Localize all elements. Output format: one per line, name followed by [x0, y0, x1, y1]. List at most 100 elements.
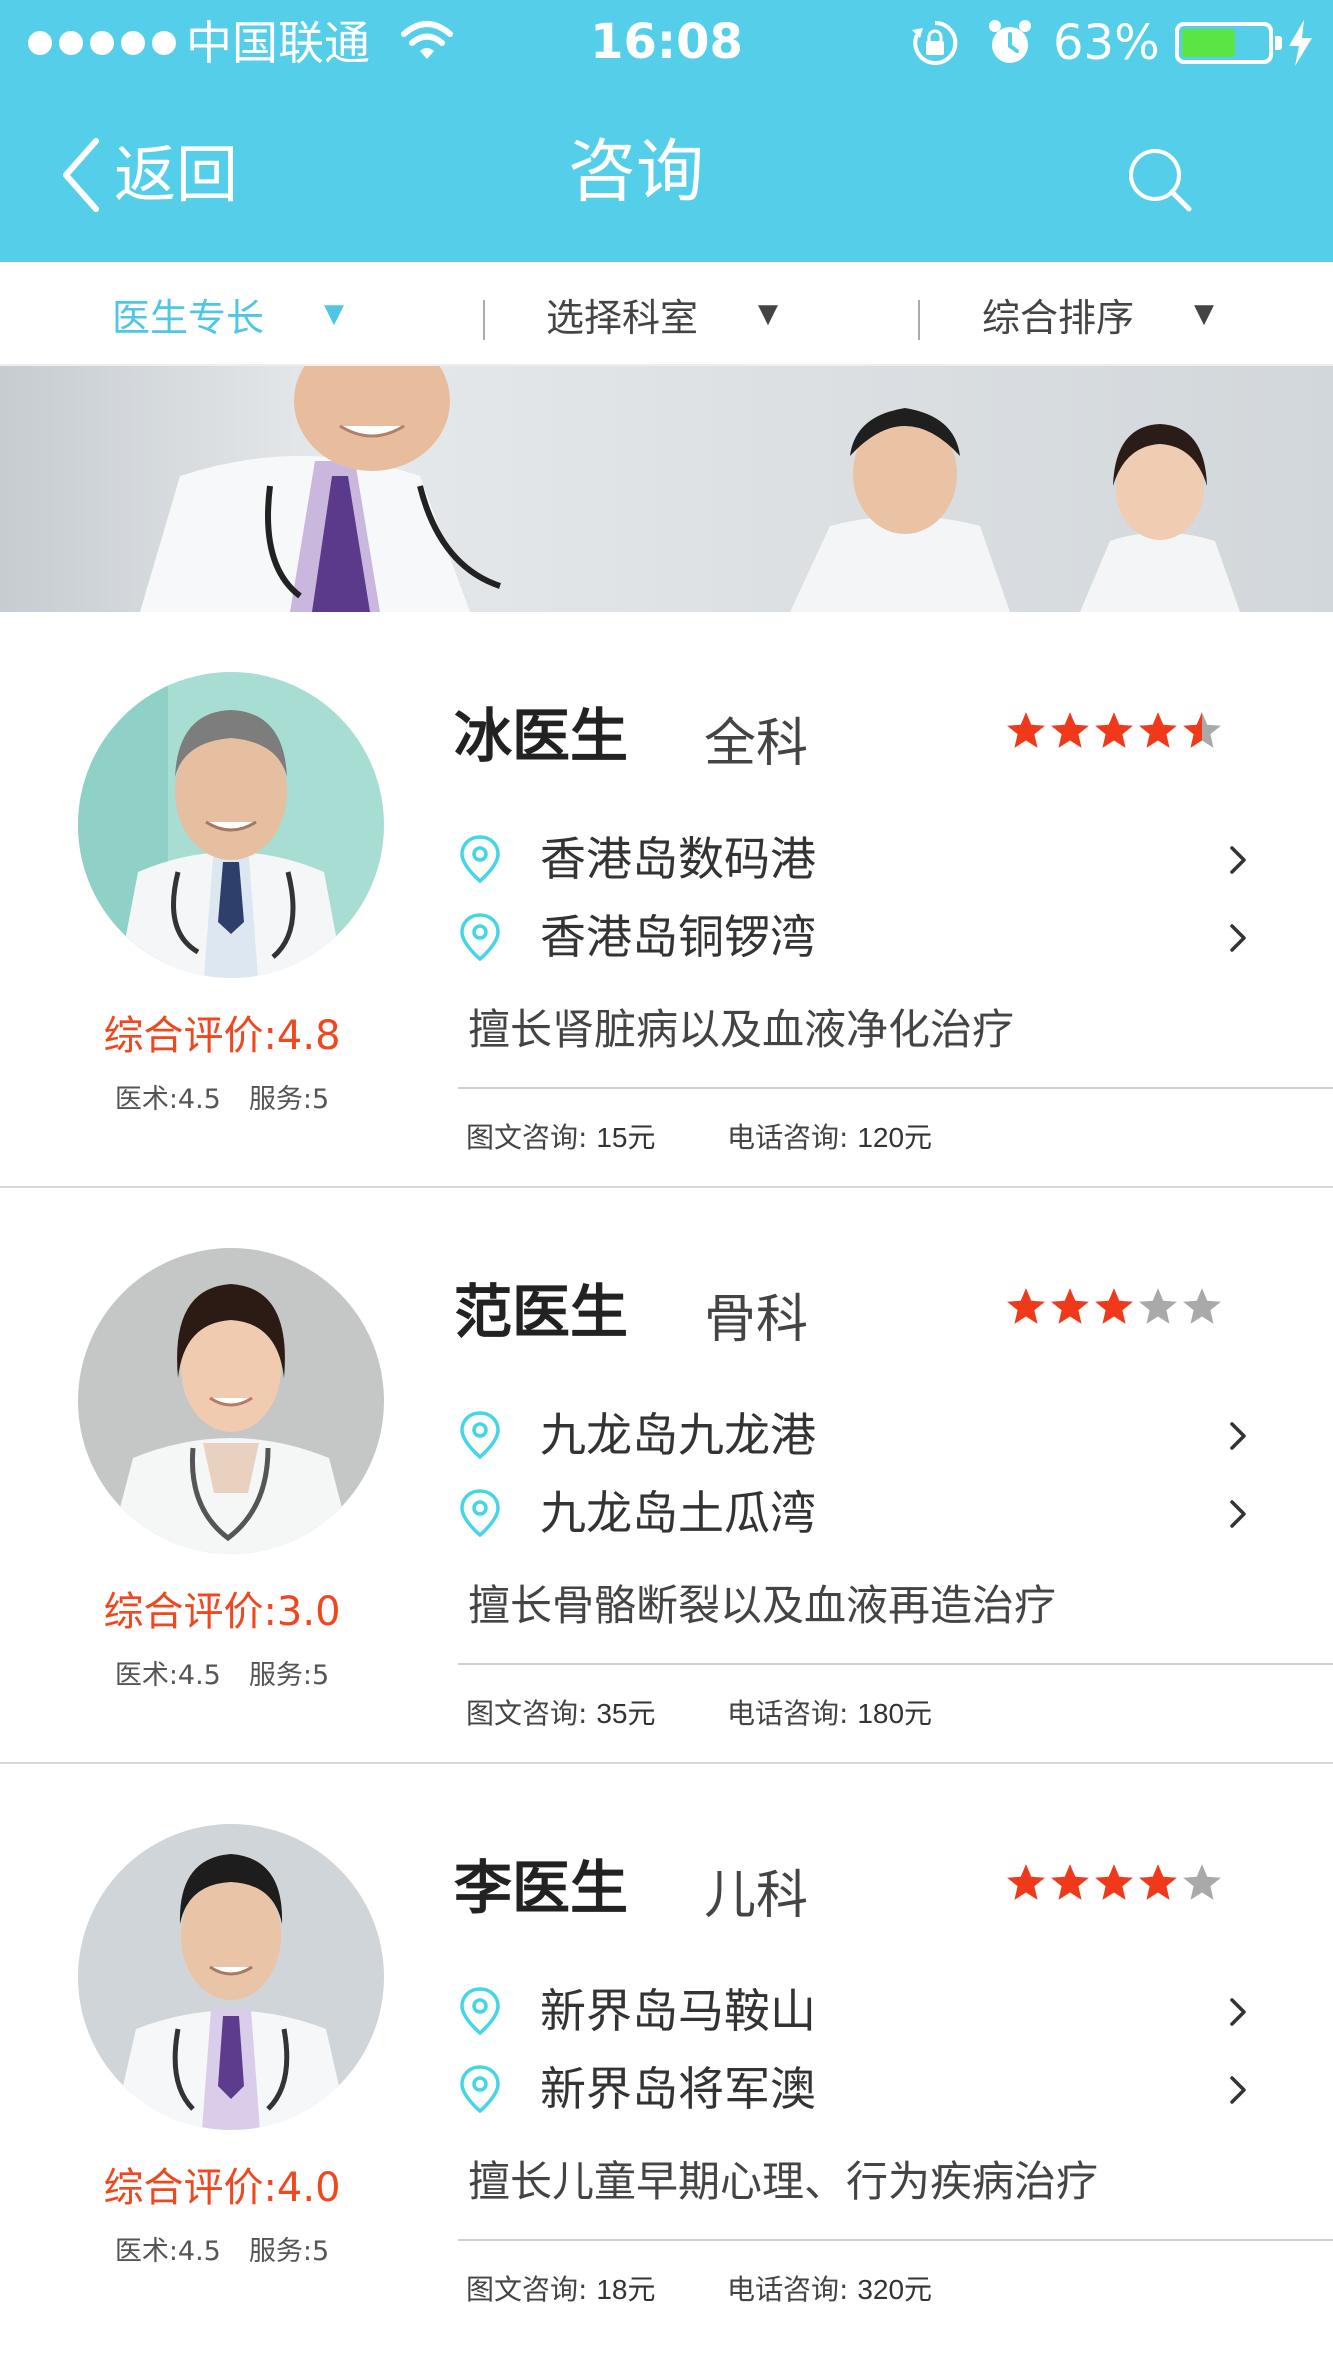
caret-down-icon: ▼ — [758, 299, 779, 329]
divider — [458, 1663, 1333, 1665]
search-icon[interactable] — [1125, 145, 1195, 215]
service-score: 服务:5 — [248, 1660, 330, 1691]
phone-consult-price[interactable]: 电话咨询: 180元 — [727, 1696, 932, 1732]
phone-consult-label: 电话咨询: — [727, 2273, 858, 2306]
star-filled-icon — [1139, 712, 1177, 748]
phone-consult-price[interactable]: 电话咨询: 120元 — [727, 1120, 932, 1156]
location-item[interactable]: 九龙岛土瓜湾 — [458, 1478, 1248, 1548]
text-consult-price[interactable]: 图文咨询: 35元 — [466, 1696, 656, 1732]
battery-percentage: 63% — [1053, 15, 1160, 71]
chevron-right-icon — [1230, 924, 1246, 952]
chevron-right-icon — [1230, 1422, 1246, 1450]
chevron-right-icon — [1230, 1998, 1246, 2026]
location-item[interactable]: 九龙岛九龙港 — [458, 1400, 1248, 1470]
chevron-right-icon — [1230, 2076, 1246, 2104]
overall-rating: 综合评价:4.8 — [103, 1013, 341, 1059]
filter-label: 综合排序 — [982, 295, 1135, 340]
text-consult-label: 图文咨询: — [466, 2273, 597, 2306]
star-filled-icon — [1051, 1288, 1089, 1324]
filter-divider — [483, 300, 485, 340]
location-pin-icon — [460, 2065, 500, 2114]
location-pin-icon — [460, 913, 500, 962]
text-consult-price[interactable]: 图文咨询: 15元 — [466, 1120, 656, 1156]
location-item[interactable]: 新界岛将军澳 — [458, 2054, 1248, 2124]
doctor-department: 儿科 — [704, 1866, 809, 1926]
phone-consult-value: 120元 — [857, 1122, 933, 1153]
battery-icon — [1175, 22, 1282, 64]
alarm-icon — [989, 20, 1031, 63]
chevron-right-icon — [1230, 1500, 1246, 1528]
location-name: 新界岛马鞍山 — [540, 1984, 816, 2038]
phone-consult-label: 电话咨询: — [727, 1697, 858, 1730]
phone-consult-value: 180元 — [857, 1698, 933, 1729]
star-rating — [1005, 710, 1223, 750]
chevron-right-icon — [1230, 846, 1246, 874]
doctor-department: 全科 — [704, 714, 809, 774]
doctor-card[interactable]: 综合评价:4.8 医术:4.5 服务:5 冰医生 全科 香港岛数码港 香港岛铜锣湾… — [0, 612, 1333, 1188]
filter-divider — [918, 300, 920, 340]
phone-consult-value: 320元 — [857, 2274, 933, 2305]
text-consult-label: 图文咨询: — [466, 1697, 597, 1730]
location-pin-icon — [460, 835, 500, 884]
location-name: 九龙岛土瓜湾 — [540, 1486, 816, 1540]
doctor-photo — [78, 1824, 384, 2130]
text-consult-value: 35元 — [596, 1698, 656, 1729]
star-filled-icon — [1007, 1288, 1045, 1324]
page-title: 咨询 — [567, 133, 704, 212]
sub-scores: 医术:4.5 服务:5 — [0, 1082, 444, 1118]
caret-down-icon: ▼ — [1194, 299, 1215, 329]
phone-consult-price[interactable]: 电话咨询: 320元 — [727, 2272, 932, 2308]
doctor-name: 范医生 — [454, 1278, 629, 1346]
rotation-lock-icon — [912, 20, 958, 65]
overall-rating: 综合评价:4.0 — [103, 2165, 341, 2211]
text-consult-value: 18元 — [596, 2274, 656, 2305]
charging-bolt-icon — [1289, 20, 1312, 66]
app-header: 中国联通 16:08 63% 返回 咨询 — [0, 0, 1333, 262]
location-item[interactable]: 香港岛数码港 — [458, 824, 1248, 894]
filter-specialty[interactable]: 医生专长 ▼ — [112, 262, 344, 366]
caret-down-icon: ▼ — [324, 299, 345, 329]
star-rating — [1005, 1286, 1223, 1326]
service-score: 服务:5 — [248, 1084, 330, 1115]
doctor-name: 李医生 — [454, 1854, 629, 1922]
star-half-icon — [1183, 712, 1221, 748]
star-empty-icon — [1183, 1864, 1221, 1900]
filter-sort[interactable]: 综合排序 ▼ — [982, 262, 1214, 366]
doctor-avatar[interactable] — [78, 1824, 384, 2130]
divider — [458, 2239, 1333, 2241]
doctor-specialty: 擅长骨骼断裂以及血液再造治疗 — [468, 1581, 1057, 1630]
location-pin-icon — [460, 1411, 500, 1460]
location-name: 新界岛将军澳 — [540, 2062, 816, 2116]
filter-bar: 医生专长 ▼ 选择科室 ▼ 综合排序 ▼ — [0, 262, 1333, 366]
filter-department[interactable]: 选择科室 ▼ — [546, 262, 778, 366]
banner-illustration — [0, 366, 1333, 612]
location-item[interactable]: 新界岛马鞍山 — [458, 1976, 1248, 2046]
star-filled-icon — [1051, 1864, 1089, 1900]
sub-scores: 医术:4.5 服务:5 — [0, 1658, 444, 1694]
text-consult-price[interactable]: 图文咨询: 18元 — [466, 2272, 656, 2308]
location-item[interactable]: 香港岛铜锣湾 — [458, 902, 1248, 972]
skill-score: 医术:4.5 — [114, 1660, 221, 1691]
service-score: 服务:5 — [248, 2236, 330, 2267]
location-pin-icon — [460, 1987, 500, 2036]
divider — [458, 1087, 1333, 1089]
star-filled-icon — [1139, 1864, 1177, 1900]
doctors-banner-image[interactable] — [0, 366, 1333, 612]
star-filled-icon — [1095, 1288, 1133, 1324]
star-rating — [1005, 1862, 1223, 1902]
battery-level — [1182, 29, 1235, 57]
doctor-avatar[interactable] — [78, 1248, 384, 1554]
filter-label: 选择科室 — [546, 295, 699, 340]
phone-consult-label: 电话咨询: — [727, 1121, 858, 1154]
text-consult-value: 15元 — [596, 1122, 656, 1153]
doctor-name: 冰医生 — [454, 702, 629, 770]
text-consult-label: 图文咨询: — [466, 1121, 597, 1154]
doctor-card[interactable]: 综合评价:4.0 医术:4.5 服务:5 李医生 儿科 新界岛马鞍山 新界岛将军澳… — [0, 1764, 1333, 2340]
doctor-department: 骨科 — [704, 1290, 809, 1350]
status-bar: 中国联通 16:08 63% — [0, 0, 1333, 86]
skill-score: 医术:4.5 — [114, 1084, 221, 1115]
doctor-card[interactable]: 综合评价:3.0 医术:4.5 服务:5 范医生 骨科 九龙岛九龙港 九龙岛土瓜湾… — [0, 1188, 1333, 1764]
doctor-avatar[interactable] — [78, 672, 384, 978]
filter-label: 医生专长 — [112, 295, 265, 340]
overall-rating: 综合评价:3.0 — [103, 1589, 341, 1635]
